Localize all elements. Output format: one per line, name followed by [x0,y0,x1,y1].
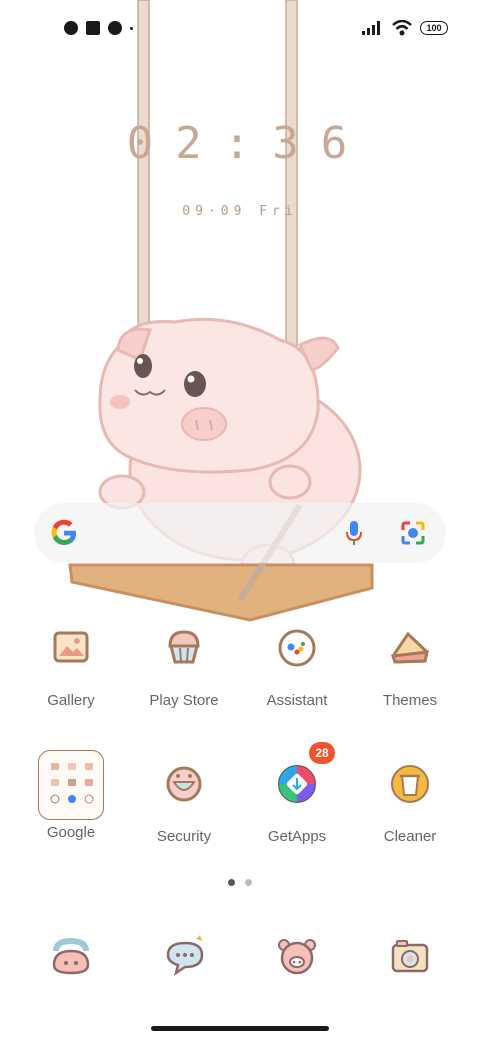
lens-icon[interactable] [400,520,426,546]
play-store-icon [152,616,216,680]
mic-icon[interactable] [345,519,363,547]
app-play-store[interactable]: Play Store [129,616,239,709]
google-search-bar[interactable] [34,503,446,563]
app-security[interactable]: Security [129,752,239,845]
app-label: Themes [382,692,438,709]
square-icon [86,21,100,35]
page-indicator [228,879,252,886]
gallery-icon [39,616,103,680]
app-label: Cleaner [383,828,437,845]
google-folder-icon [38,750,104,820]
app-label: Security [156,828,212,845]
security-icon [152,752,216,816]
clock-date: 09·09 Fri [182,204,298,219]
app-label: Google [46,824,96,841]
assistant-icon [265,616,329,680]
app-label: Play Store [149,692,219,709]
clock-time: 02:36 [126,118,370,169]
dock-browser[interactable] [272,931,322,986]
notification-icon [108,21,122,35]
home-indicator[interactable] [151,1026,329,1031]
battery-icon: 100 [420,21,448,35]
app-label: Assistant [266,692,328,709]
wifi-icon [392,20,412,36]
swing-rope-left [137,0,150,361]
getapps-icon: 28 [265,742,335,816]
app-label: Gallery [47,692,95,709]
app-assistant[interactable]: Assistant [242,616,352,709]
cleaner-icon [378,752,442,816]
google-g-icon [51,519,76,545]
app-gallery[interactable]: Gallery [16,616,126,709]
themes-icon [378,616,442,680]
page-dot [228,879,235,886]
signal-icon [362,21,380,35]
app-google-folder[interactable]: Google [16,750,126,841]
app-cleaner[interactable]: Cleaner [355,752,465,845]
app-themes[interactable]: Themes [355,616,465,709]
messages-icon [166,935,204,976]
page-dot [245,879,252,886]
dock-camera[interactable] [385,931,435,986]
browser-icon [278,939,316,975]
app-label: GetApps [267,828,327,845]
app-getapps[interactable]: 28 GetApps [242,742,352,845]
dock-phone[interactable] [46,931,96,986]
status-bar-right: 100 [362,18,448,38]
notification-badge: 28 [309,742,335,764]
camera-icon [391,940,429,973]
status-bar-left [64,18,133,38]
swing-seat [68,563,374,622]
phone-icon [52,937,90,975]
notification-icon [64,21,78,35]
dot-icon [130,26,133,30]
dock-messages[interactable] [160,931,210,986]
